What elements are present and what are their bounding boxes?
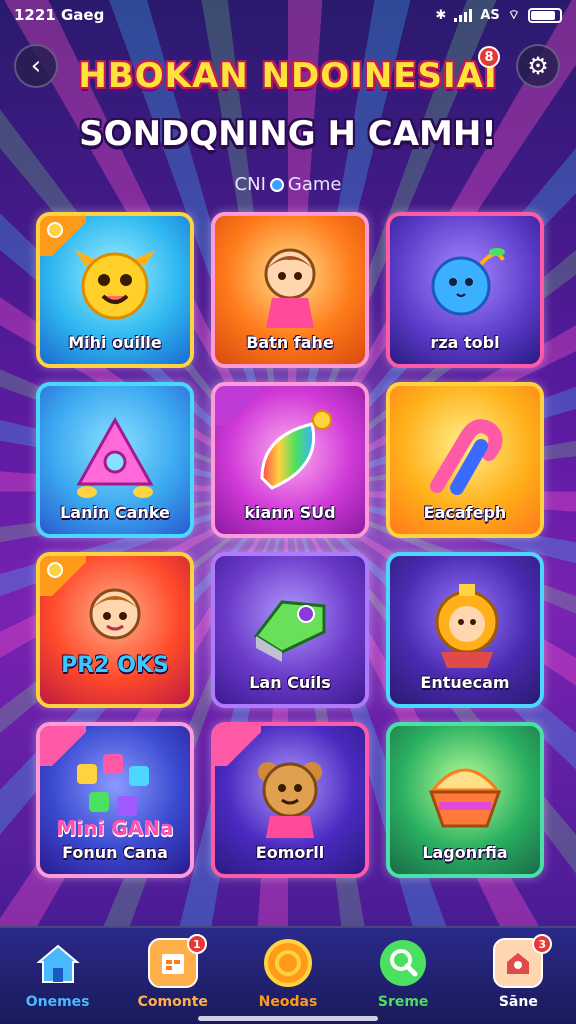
game-tile[interactable]: kiann SUd	[211, 382, 369, 538]
page-subtitle: SONDQNING H CAMH!	[79, 114, 497, 154]
nav-item-neodas[interactable]: Neodas	[238, 938, 338, 1010]
donut-candy-icon	[76, 416, 154, 498]
game-title: Lagonrfia	[422, 843, 508, 862]
game-tile[interactable]: Lagonrfia	[386, 722, 544, 878]
search-icon	[378, 938, 428, 988]
nav-item-comonte[interactable]: 1 Comonte	[123, 934, 223, 1010]
nav-label: Sreme	[377, 994, 429, 1010]
status-icons: ✱ AS ⌔	[435, 7, 562, 23]
nav-label: Sāne	[498, 994, 538, 1010]
page-title: HBOKAN NDOINESIAI	[78, 56, 498, 96]
home-indicator[interactable]	[198, 1016, 378, 1021]
status-bar: 1221 Gaeg ✱ AS ⌔	[0, 0, 576, 30]
signal-icon	[454, 8, 473, 22]
game-tile[interactable]: Lan Cuils	[211, 552, 369, 708]
status-time: 1221 Gaeg	[14, 6, 105, 24]
candy-cane-icon	[430, 419, 503, 495]
game-title: Eomorll	[255, 843, 325, 862]
title-badge: 8	[478, 46, 500, 68]
game-grid: Mihi ouille Batn fahe rza tobl Lanin Can…	[36, 212, 544, 878]
game-banner-text: Mini GANa	[56, 816, 174, 840]
game-title: Mihi ouille	[68, 333, 162, 352]
nav-label: Onemes	[25, 994, 90, 1010]
bear-character-icon	[258, 762, 322, 838]
chevron-left-icon: ‹	[30, 51, 42, 81]
category-suffix: Game	[287, 174, 342, 195]
notification-badge: 1	[186, 934, 207, 954]
wifi-icon: ⌔	[507, 8, 520, 23]
monkey-character-icon	[435, 584, 499, 668]
game-tile[interactable]: rza tobl	[386, 212, 544, 368]
bottom-nav: Onemes 1 Comonte Neodas Sreme 3 Sāne	[0, 926, 576, 1024]
ice-cream-bowl-icon	[428, 768, 502, 828]
game-dot-icon	[269, 177, 284, 192]
nav-item-search[interactable]: Sreme	[353, 938, 453, 1010]
game-title: Batn fahe	[246, 333, 334, 352]
game-title: PR2 OKS	[61, 653, 169, 678]
bluetooth-icon: ✱	[435, 7, 447, 23]
game-tile[interactable]: Mihi ouille	[36, 212, 194, 368]
home-icon	[33, 938, 83, 988]
rainbow-gem-icon	[260, 410, 332, 490]
notification-badge: 3	[532, 934, 553, 954]
game-tile[interactable]: Eacafeph	[386, 382, 544, 538]
cute-monster-icon	[75, 250, 155, 320]
game-title: Entuecam	[420, 673, 510, 692]
nav-item-home[interactable]: Onemes	[8, 938, 108, 1010]
game-category: CNI Game	[188, 174, 388, 195]
nav-label: Comonte	[137, 994, 208, 1010]
game-title: kiann SUd	[244, 503, 336, 522]
game-tile[interactable]: Entuecam	[386, 552, 544, 708]
blue-ball-icon	[431, 248, 505, 316]
nav-label: Neodas	[258, 994, 318, 1010]
game-title: Lanin Canke	[60, 503, 170, 522]
game-title: Fonun Cana	[62, 843, 168, 862]
nav-item-shop[interactable]: 3 Sāne	[468, 934, 568, 1010]
game-tile[interactable]: Lanin Canke	[36, 382, 194, 538]
settings-button[interactable]: ⚙	[516, 44, 560, 88]
coin-icon	[263, 938, 313, 988]
game-title: Lan Cuils	[249, 673, 331, 692]
game-title: Eacafeph	[423, 503, 507, 522]
game-tile[interactable]: PR2 OKS	[36, 552, 194, 708]
battery-icon	[528, 7, 562, 23]
network-type: AS	[480, 7, 500, 23]
game-tile[interactable]: Batn fahe	[211, 212, 369, 368]
back-button[interactable]: ‹	[14, 44, 58, 88]
category-prefix: CNI	[234, 174, 266, 195]
green-gem-icon	[253, 600, 326, 662]
game-title: rza tobl	[430, 333, 500, 352]
gear-icon: ⚙	[527, 52, 549, 80]
game-tile[interactable]: Mini GANa Fonun Cana	[36, 722, 194, 878]
game-tile[interactable]: Eomorll	[211, 722, 369, 878]
girl-character-icon	[264, 248, 316, 328]
